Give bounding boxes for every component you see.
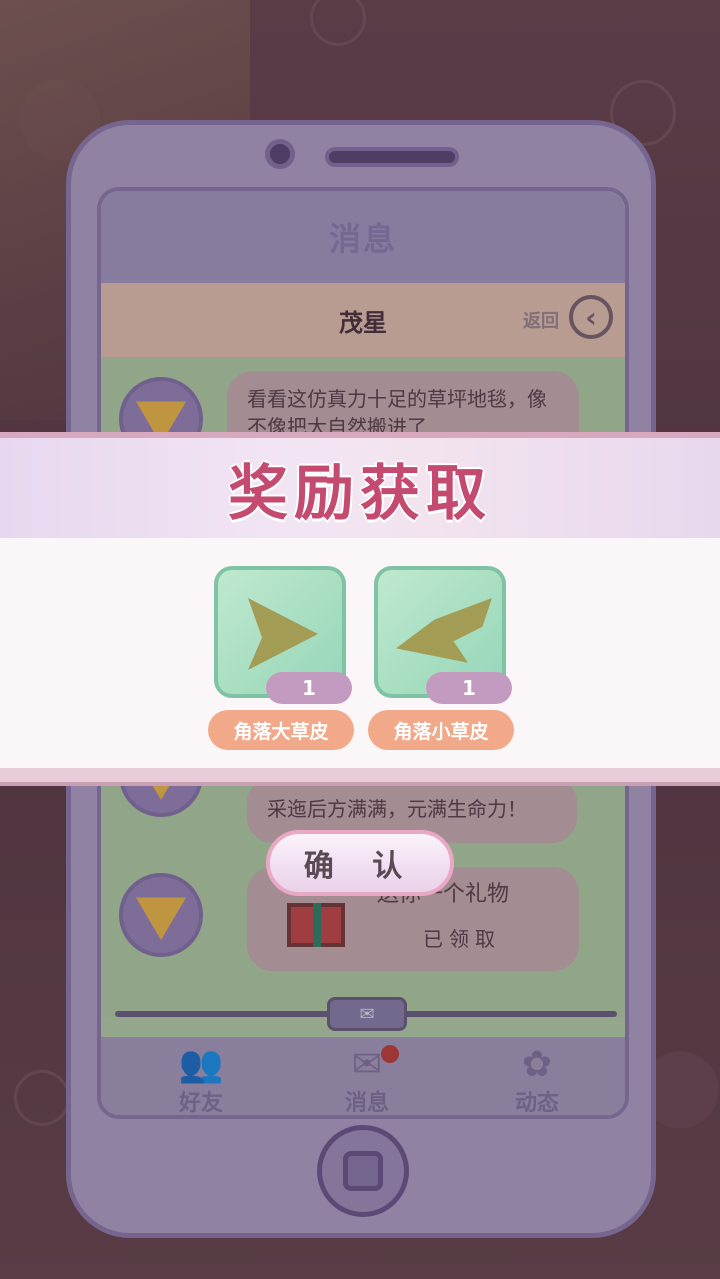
confirm-button[interactable]: 确 认 [266, 830, 454, 896]
item-count: 1 [266, 672, 352, 704]
grass-small-icon [396, 598, 492, 663]
item-count: 1 [426, 672, 512, 704]
item-name: 角落大草皮 [208, 710, 354, 750]
reward-item[interactable]: 1 角落大草皮 [208, 566, 354, 750]
reward-panel [0, 538, 720, 768]
item-name: 角落小草皮 [368, 710, 514, 750]
grass-large-icon [248, 598, 318, 670]
reward-title: 奖励获取 [228, 458, 492, 529]
reward-panel-border [0, 768, 720, 786]
reward-header: 奖励获取 [0, 432, 720, 538]
reward-item[interactable]: 1 角落小草皮 [368, 566, 514, 750]
